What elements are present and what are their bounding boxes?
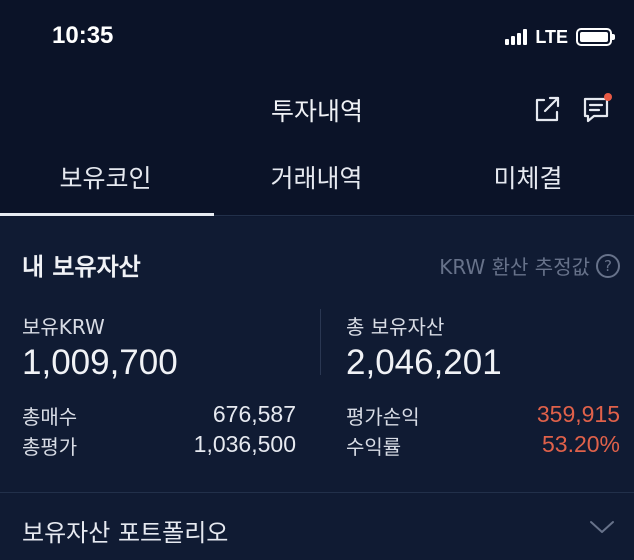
- section-title: 내 보유자산: [22, 253, 141, 281]
- tab-indicator: [0, 213, 214, 216]
- tab-bar: 보유코인 거래내역 미체결: [0, 140, 634, 216]
- header: 투자내역: [0, 76, 634, 140]
- holdings-panel: 내 보유자산 KRW 환산 추정값 ? 보유KRW 1,009,700 총 보유…: [0, 217, 634, 560]
- share-icon[interactable]: [530, 92, 564, 126]
- tab-holdings[interactable]: 보유코인: [0, 140, 211, 216]
- eval-label: 총평가: [22, 435, 78, 459]
- buy-label: 총매수: [22, 405, 78, 429]
- krw-label: 보유KRW: [22, 315, 105, 339]
- total-value: 2,046,201: [346, 343, 502, 382]
- pnl-label: 평가손익: [346, 405, 420, 429]
- total-label: 총 보유자산: [346, 315, 445, 339]
- network-label: LTE: [535, 26, 568, 47]
- chat-icon[interactable]: [580, 92, 614, 126]
- help-icon[interactable]: ?: [596, 253, 620, 278]
- notification-dot: [604, 93, 612, 101]
- krw-value: 1,009,700: [22, 343, 178, 382]
- return-label: 수익률: [346, 435, 402, 459]
- krw-estimate[interactable]: KRW 환산 추정값 ?: [439, 251, 620, 280]
- tab-history[interactable]: 거래내역: [211, 140, 422, 216]
- portfolio-title[interactable]: 보유자산 포트폴리오: [22, 513, 228, 548]
- buy-value: 676,587: [212, 401, 296, 427]
- section-divider: [0, 492, 634, 493]
- chevron-down-icon[interactable]: [588, 517, 616, 537]
- krw-estimate-label: KRW 환산 추정값: [439, 255, 590, 279]
- eval-value: 1,036,500: [193, 431, 296, 457]
- status-bar: 10:35 LTE: [0, 0, 634, 76]
- status-icons: LTE: [505, 26, 615, 48]
- battery-icon: [576, 28, 615, 46]
- pnl-value: 359,915: [536, 401, 620, 427]
- signal-icon: [505, 29, 528, 45]
- return-value: 53.20%: [541, 431, 620, 457]
- tab-pending[interactable]: 미체결: [422, 140, 634, 216]
- status-time: 10:35: [52, 22, 114, 49]
- column-divider: [320, 309, 321, 375]
